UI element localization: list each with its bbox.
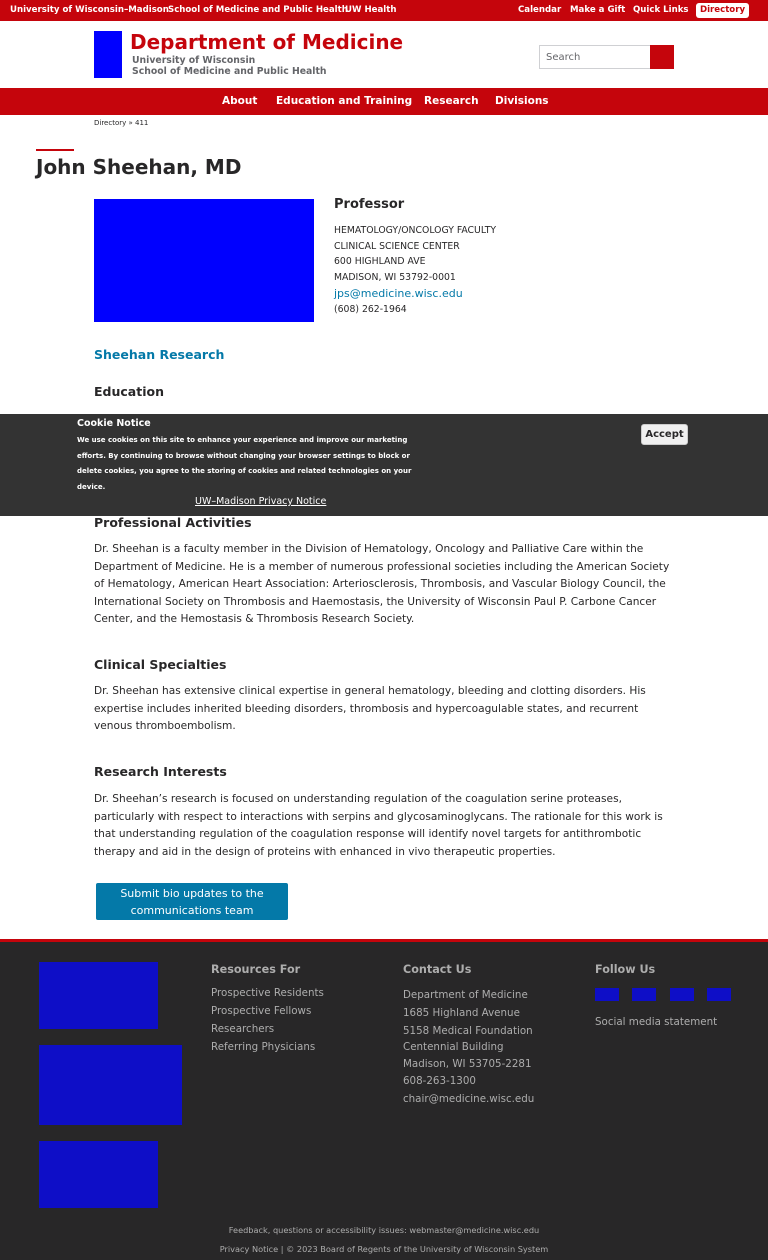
cookie-notice-text: We use cookies on this site to enhance y… xyxy=(77,436,412,491)
privacy-notice-link[interactable]: UW–Madison Privacy Notice xyxy=(195,496,326,507)
twitter-icon[interactable] xyxy=(632,988,656,1001)
site-subtitle-university: University of Wisconsin xyxy=(132,55,256,66)
title-accent-rule xyxy=(36,149,74,151)
education-heading: Education xyxy=(94,384,164,399)
footer-resource-link[interactable]: Researchers xyxy=(211,1023,274,1035)
uw-madison-link[interactable]: University of Wisconsin–Madison xyxy=(10,0,169,21)
address-line: 600 HIGHLAND AVE xyxy=(334,256,426,267)
nav-item-about[interactable]: About xyxy=(222,88,257,115)
contact-line: 1685 Highland Avenue xyxy=(403,1007,520,1019)
contact-phone: 608-263-1300 xyxy=(403,1075,476,1087)
contact-line: Department of Medicine xyxy=(403,989,528,1001)
footer-resource-link[interactable]: Prospective Fellows xyxy=(211,1005,311,1017)
quick-links-link[interactable]: Quick Links xyxy=(633,0,689,21)
footer-logo-school[interactable] xyxy=(39,1141,158,1208)
contact-email-link[interactable]: chair@medicine.wisc.edu xyxy=(403,1093,534,1105)
feedback-line[interactable]: Feedback, questions or accessibility iss… xyxy=(0,1225,768,1235)
clinical-specialties-heading: Clinical Specialties xyxy=(94,657,227,672)
breadcrumb[interactable]: Directory » 411 xyxy=(94,119,148,127)
clinical-specialties-text: Dr. Sheehan has extensive clinical exper… xyxy=(94,685,646,732)
instagram-icon[interactable] xyxy=(670,988,694,1001)
site-subtitle-school: School of Medicine and Public Health xyxy=(132,66,327,77)
search-button[interactable] xyxy=(650,45,674,69)
directory-button[interactable]: Directory xyxy=(696,3,749,18)
contact-line: Centennial Building xyxy=(403,1041,504,1053)
cookie-notice-banner: Cookie Notice We use cookies on this sit… xyxy=(0,414,768,516)
footer-logo-crest[interactable] xyxy=(39,962,158,1029)
nav-item-divisions[interactable]: Divisions xyxy=(495,88,549,115)
nav-item-education[interactable]: Education and Training xyxy=(276,88,412,115)
search-input[interactable] xyxy=(539,45,651,69)
footer-resource-link[interactable]: Referring Physicians xyxy=(211,1041,315,1053)
profile-email-link[interactable]: jps@medicine.wisc.edu xyxy=(334,287,463,300)
follow-heading: Follow Us xyxy=(595,963,656,976)
profile-role: Professor xyxy=(334,197,405,212)
site-title[interactable]: Department of Medicine xyxy=(130,30,403,54)
uw-health-link[interactable]: UW Health xyxy=(345,0,396,21)
youtube-icon[interactable] xyxy=(707,988,731,1001)
calendar-link[interactable]: Calendar xyxy=(518,0,561,21)
submit-bio-updates-button[interactable]: Submit bio updates to the communications… xyxy=(96,883,288,920)
crest-logo[interactable] xyxy=(94,31,122,78)
address-line: MADISON, WI 53792-0001 xyxy=(334,272,456,283)
professional-activities-text: Dr. Sheehan is a faculty member in the D… xyxy=(94,543,670,625)
nav-item-research[interactable]: Research xyxy=(424,88,479,115)
main-nav: About Education and Training Research Di… xyxy=(0,88,768,115)
cookie-notice-title: Cookie Notice xyxy=(77,418,151,429)
resources-heading: Resources For xyxy=(211,963,301,976)
research-interests-heading: Research Interests xyxy=(94,764,227,779)
footer-resource-link[interactable]: Prospective Residents xyxy=(211,987,324,999)
top-utility-bar: University of Wisconsin–Madison School o… xyxy=(0,0,768,21)
contact-heading: Contact Us xyxy=(403,963,472,976)
research-interests-text: Dr. Sheehan’s research is focused on und… xyxy=(94,793,663,858)
facebook-icon[interactable] xyxy=(595,988,619,1001)
professional-activities-heading: Professional Activities xyxy=(94,515,252,530)
footer-logo-uw-health[interactable] xyxy=(39,1045,182,1125)
contact-line: Madison, WI 53705-2281 xyxy=(403,1058,532,1070)
copyright-line[interactable]: Privacy Notice | © 2023 Board of Regents… xyxy=(0,1244,768,1254)
social-media-statement-link[interactable]: Social media statement xyxy=(595,1016,717,1028)
profile-phone: (608) 262-1964 xyxy=(334,304,407,315)
page-title: John Sheehan, MD xyxy=(36,155,242,179)
address-line: HEMATOLOGY/ONCOLOGY FACULTY xyxy=(334,225,497,236)
make-gift-link[interactable]: Make a Gift xyxy=(570,0,625,21)
accept-cookies-button[interactable]: Accept xyxy=(641,424,688,445)
contact-line: 5158 Medical Foundation xyxy=(403,1025,533,1037)
site-footer: Resources For Prospective Residents Pros… xyxy=(0,939,768,1260)
research-lab-link[interactable]: Sheehan Research xyxy=(94,347,224,362)
school-link[interactable]: School of Medicine and Public Health xyxy=(168,0,348,21)
address-line: CLINICAL SCIENCE CENTER xyxy=(334,241,460,252)
profile-photo xyxy=(94,199,314,322)
